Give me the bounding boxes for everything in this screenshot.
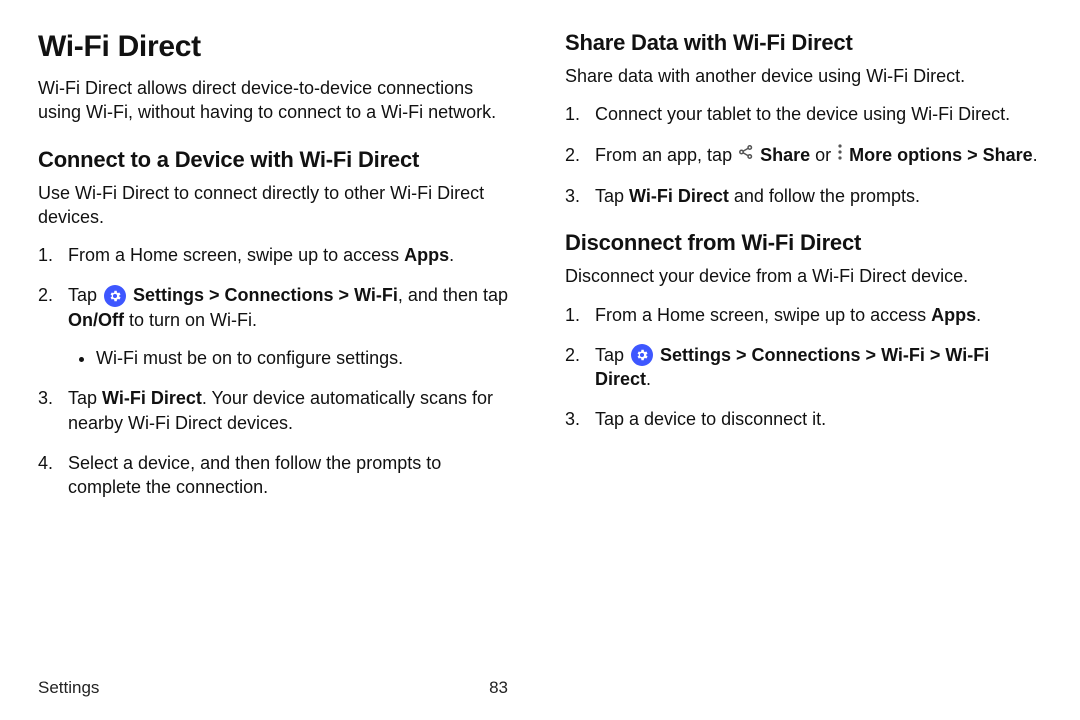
step: 2. From an app, tap Share or More option… <box>565 143 1042 168</box>
sub-bullet: Wi-Fi must be on to configure settings. <box>96 346 515 370</box>
step: 2. Tap Settings > Connections > Wi-Fi, a… <box>38 283 515 370</box>
share-steps: 1.Connect your tablet to the device usin… <box>565 102 1042 208</box>
page-footer: Settings 83 <box>38 678 508 698</box>
step: 1.Connect your tablet to the device usin… <box>565 102 1042 126</box>
footer-page-number: 83 <box>489 678 508 698</box>
heading-share: Share Data with Wi-Fi Direct <box>565 30 1042 56</box>
heading-connect: Connect to a Device with Wi-Fi Direct <box>38 147 515 173</box>
step: 3.Tap a device to disconnect it. <box>565 407 1042 431</box>
page-title: Wi-Fi Direct <box>38 30 515 64</box>
intro-paragraph: Wi-Fi Direct allows direct device-to-dev… <box>38 76 515 125</box>
connect-steps: 1. From a Home screen, swipe up to acces… <box>38 243 515 499</box>
settings-icon <box>104 285 126 307</box>
settings-icon <box>631 344 653 366</box>
step: 3. Tap Wi-Fi Direct and follow the promp… <box>565 184 1042 208</box>
heading-disconnect: Disconnect from Wi-Fi Direct <box>565 230 1042 256</box>
step: 3. Tap Wi-Fi Direct. Your device automat… <box>38 386 515 435</box>
left-column: Wi-Fi Direct Wi-Fi Direct allows direct … <box>38 30 515 516</box>
connect-paragraph: Use Wi-Fi Direct to connect directly to … <box>38 181 515 230</box>
disconnect-paragraph: Disconnect your device from a Wi-Fi Dire… <box>565 264 1042 288</box>
right-column: Share Data with Wi-Fi Direct Share data … <box>565 30 1042 516</box>
disconnect-steps: 1. From a Home screen, swipe up to acces… <box>565 303 1042 432</box>
share-paragraph: Share data with another device using Wi-… <box>565 64 1042 88</box>
more-options-icon <box>836 143 844 167</box>
footer-section: Settings <box>38 678 99 698</box>
step: 1. From a Home screen, swipe up to acces… <box>565 303 1042 327</box>
step: 4. Select a device, and then follow the … <box>38 451 515 500</box>
step: 1. From a Home screen, swipe up to acces… <box>38 243 515 267</box>
share-icon <box>737 143 755 167</box>
step: 2. Tap Settings > Connections > Wi-Fi > … <box>565 343 1042 392</box>
